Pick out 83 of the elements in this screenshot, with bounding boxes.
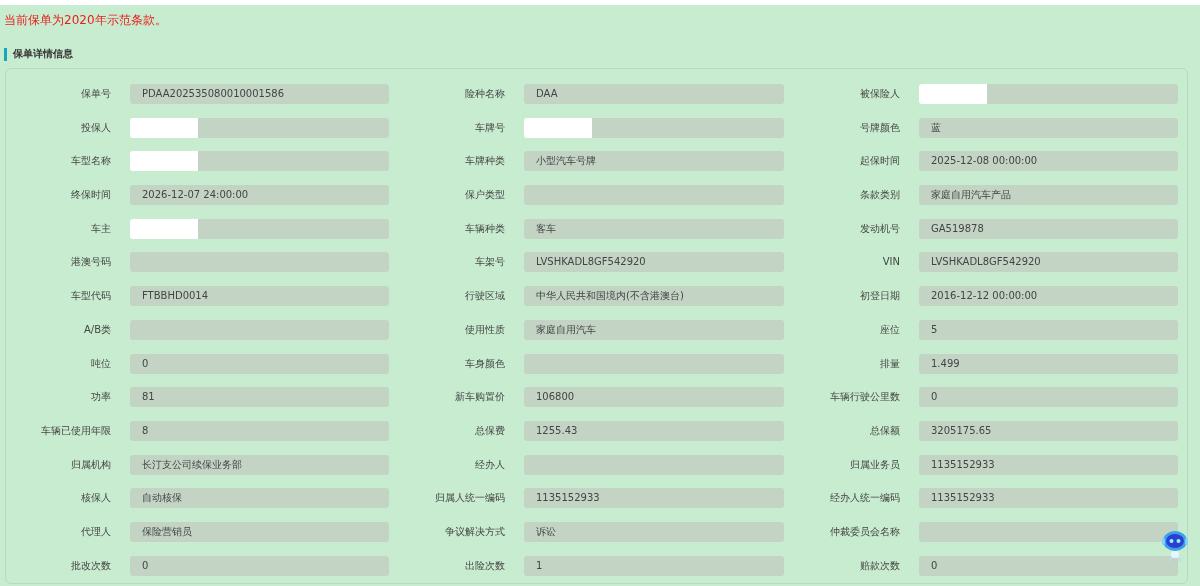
readonly-field: 1 [524,555,784,576]
readonly-field: 0 [919,387,1178,408]
readonly-field: 5 [919,319,1178,340]
field-label: 车牌号 [474,120,506,135]
readonly-field: 1255.43 [524,420,784,441]
readonly-field: FTBBHD0014 [130,286,389,307]
readonly-field: DAA [524,84,784,104]
field-label: 座位 [879,322,901,337]
field-label: 行驶区域 [464,289,506,304]
field-label: 车型名称 [70,154,112,169]
field-label: 车型代码 [70,289,112,304]
field-label: 车身颜色 [464,356,506,371]
readonly-field: 保险营销员 [130,521,389,542]
field-label: 归属业务员 [849,457,901,472]
field-label: 代理人 [80,524,112,539]
field-label: 车架号 [474,255,506,270]
field-label: 吨位 [90,356,112,371]
readonly-field: 0 [919,555,1178,576]
field-label: 条款类别 [859,188,901,203]
readonly-field: 81 [130,387,389,408]
readonly-field: 小型汽车号牌 [524,151,784,172]
readonly-field: 1135152933 [524,488,784,509]
field-label: 总保费 [474,423,506,438]
robot-icon[interactable] [1160,528,1190,562]
field-label: 险种名称 [464,87,506,101]
field-label: 保单号 [80,87,112,101]
field-label: 车辆种类 [464,221,506,236]
readonly-field: 1135152933 [919,454,1178,475]
readonly-field: 客车 [524,218,784,239]
readonly-field: GA519878 [919,218,1178,239]
readonly-field: 0 [130,353,389,374]
readonly-field: LVSHKADL8GF542920 [524,252,784,273]
readonly-field: 2016-12-12 00:00:00 [919,286,1178,307]
readonly-field: 长汀支公司续保业务部 [130,454,389,475]
field-label: 发动机号 [859,221,901,236]
field-label: 号牌颜色 [859,120,901,135]
readonly-field: 2025-12-08 00:00:00 [919,151,1178,172]
readonly-field: 106800 [524,387,784,408]
readonly-field: 1.499 [919,353,1178,374]
field-label: 批改次数 [70,558,112,573]
readonly-field: 8 [130,420,389,441]
field-label: 保户类型 [464,188,506,203]
readonly-field: 家庭自用汽车 [524,319,784,340]
readonly-field: 中华人民共和国境内(不含港澳台) [524,286,784,307]
readonly-field: 自动核保 [130,488,389,509]
field-label: 车牌种类 [464,154,506,169]
field-label: 总保额 [869,423,901,438]
field-label: 经办人 [474,457,506,472]
readonly-field: 3205175.65 [919,420,1178,441]
field-label: 争议解决方式 [444,524,506,539]
field-label: 被保险人 [859,87,901,101]
field-label: 新车购置价 [454,390,506,405]
field-label: 仲裁委员会名称 [829,524,901,539]
readonly-field: LVSHKADL8GF542920 [919,252,1178,273]
field-label: 归属机构 [70,457,112,472]
section-accent-bar [4,47,7,61]
field-label: 使用性质 [464,322,506,337]
field-label: 初登日期 [859,289,901,304]
readonly-field: 家庭自用汽车产品 [919,185,1178,206]
field-label: 经办人统一编码 [829,491,901,506]
field-label: 车辆已使用年限 [40,423,112,438]
field-label: VIN [881,255,901,270]
field-label: 车主 [90,221,112,236]
readonly-field: 蓝 [919,117,1178,138]
readonly-field: 0 [130,555,389,576]
field-label: 终保时间 [70,188,112,203]
field-label: 排量 [879,356,901,371]
readonly-field: 1135152933 [919,488,1178,509]
notice-text: 当前保单为2020年示范条款。 [3,12,168,29]
field-label: 投保人 [80,120,112,135]
field-label: 归属人统一编码 [434,491,506,506]
field-label: 出险次数 [464,558,506,573]
field-label: 功率 [90,390,112,405]
readonly-field: PDAA202535080010001586 [130,84,389,104]
field-label: 起保时间 [859,154,901,169]
readonly-field: 2026-12-07 24:00:00 [130,185,389,206]
field-label: 港澳号码 [70,255,112,270]
readonly-field: 诉讼 [524,521,784,542]
field-label: A/B类 [82,322,112,337]
field-label: 核保人 [80,491,112,506]
section-title: 保单详情信息 [13,47,73,61]
field-label: 赔款次数 [859,558,901,573]
field-label: 车辆行驶公里数 [829,390,901,405]
